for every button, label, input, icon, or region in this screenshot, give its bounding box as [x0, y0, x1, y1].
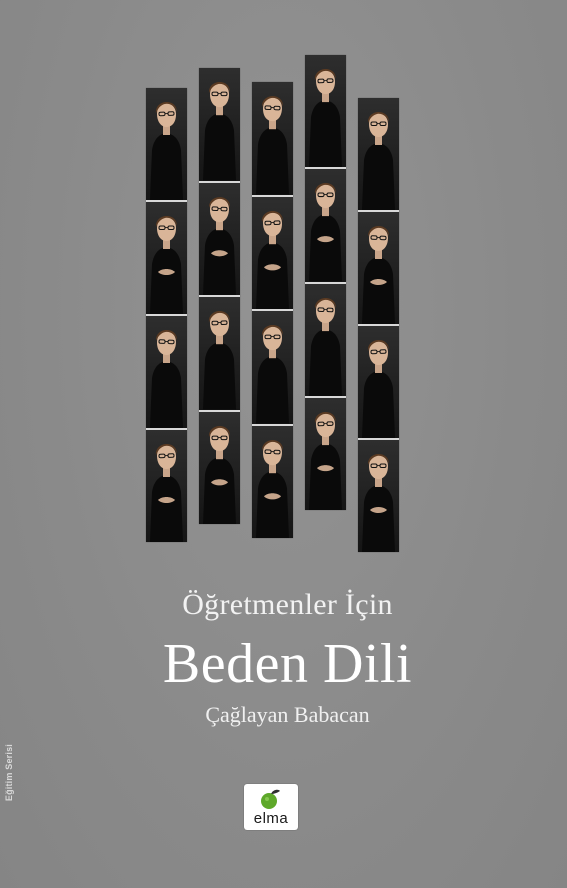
person-silhouette-icon [362, 226, 395, 324]
photo-frame [358, 98, 399, 212]
photo-strip-3 [252, 82, 293, 538]
person-silhouette-icon [362, 111, 395, 210]
person-silhouette-icon [256, 96, 289, 195]
person-silhouette-icon [256, 439, 289, 538]
photo-frame [146, 202, 187, 316]
person-silhouette-icon [309, 69, 342, 168]
photo-frame [199, 411, 240, 524]
person-silhouette-icon [150, 215, 183, 314]
photo-frame [252, 425, 293, 538]
person-silhouette-icon [150, 444, 183, 542]
person-silhouette-icon [309, 297, 342, 396]
person-silhouette-icon [256, 325, 289, 424]
book-subtitle: Öğretmenler İçin [182, 588, 393, 621]
person-silhouette-icon [203, 196, 236, 295]
photo-frame [305, 397, 346, 510]
photo-frame [358, 326, 399, 440]
person-silhouette-icon [256, 210, 289, 309]
person-silhouette-icon [150, 330, 183, 428]
publisher-name: elma [253, 810, 289, 827]
photo-strip-1 [146, 88, 187, 542]
book-title: Beden Dili [162, 633, 413, 695]
person-silhouette-icon [362, 340, 395, 438]
photo-frame [252, 311, 293, 426]
photo-strip-2 [199, 68, 240, 524]
publisher-logo: elma [244, 784, 298, 830]
photo-frame [252, 196, 293, 311]
photo-frame [358, 440, 399, 552]
apple-icon [261, 789, 280, 809]
person-silhouette-icon [362, 453, 395, 552]
person-silhouette-icon [203, 311, 236, 410]
photo-strip-4 [305, 55, 346, 510]
person-silhouette-icon [203, 82, 236, 181]
photo-frame [146, 88, 187, 202]
photo-frame [305, 55, 346, 170]
photo-strip-5 [358, 98, 399, 552]
photo-frame [199, 182, 240, 297]
person-silhouette-icon [309, 411, 342, 510]
photo-frame [146, 316, 187, 430]
book-cover: Eğitim Serisi Öğretmenler İçin Beden Dil… [0, 0, 567, 888]
photo-frame [358, 212, 399, 326]
book-author: Çağlayan Babacan [205, 702, 370, 727]
person-silhouette-icon [309, 183, 342, 282]
photo-frame [305, 283, 346, 398]
photo-frame [199, 68, 240, 183]
photo-frame [146, 430, 187, 542]
series-label: Eğitim Serisi [4, 744, 14, 802]
person-silhouette-icon [150, 102, 183, 200]
photo-frame [305, 169, 346, 284]
person-silhouette-icon [203, 425, 236, 524]
photo-frame [252, 82, 293, 197]
photo-frame [199, 297, 240, 412]
